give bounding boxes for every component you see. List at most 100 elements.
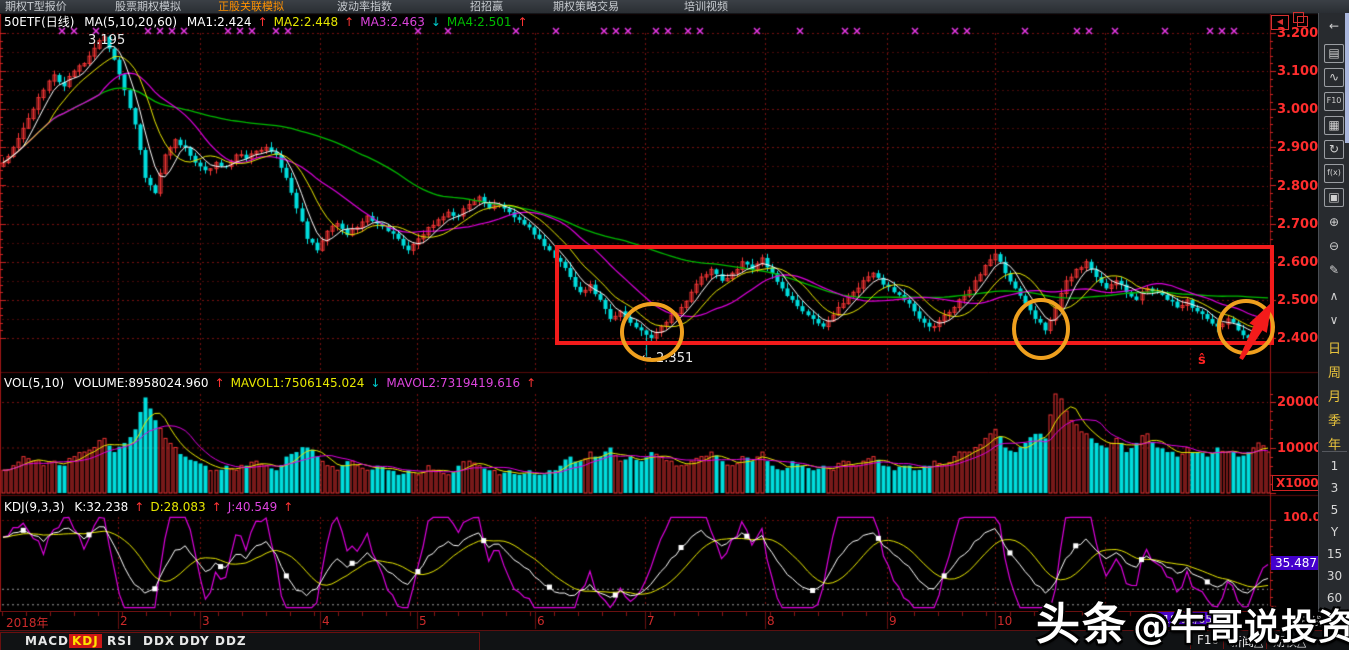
up-arrow-icon: ↑ bbox=[344, 15, 354, 29]
paint-icon[interactable]: ▣ bbox=[1324, 188, 1344, 207]
sidebar-minute-3[interactable]: 3 bbox=[1319, 481, 1349, 495]
sidebar-period-周[interactable]: 周 bbox=[1319, 362, 1349, 381]
watermark: 头条 @牛哥说投资 bbox=[1036, 588, 1349, 650]
menu-item-5[interactable]: 期权策略交易 bbox=[553, 0, 619, 13]
x-axis-month-8: 8 bbox=[767, 614, 775, 628]
sidebar-minute-5[interactable]: 5 bbox=[1319, 503, 1349, 517]
ma-params-label: MA(5,10,20,60) bbox=[84, 15, 177, 29]
tab-ddx[interactable]: DDX bbox=[143, 634, 175, 648]
indicator-value-1: D:28.083 bbox=[150, 500, 205, 514]
kdj-title: KDJ(9,3,3) bbox=[4, 500, 65, 514]
price-axis-label: 3.000 bbox=[1277, 102, 1317, 117]
x-axis-month-3: 3 bbox=[202, 614, 210, 628]
x-axis-month-2018年: 2018年 bbox=[6, 614, 49, 631]
price-axis-label: 2.500 bbox=[1277, 293, 1317, 308]
trend-chart-icon[interactable]: ∿ bbox=[1324, 68, 1344, 87]
kdj-value-tag: 35.487 bbox=[1271, 556, 1321, 570]
x-axis-month-4: 4 bbox=[322, 614, 330, 628]
top-menu-bar: 期权T型报价 股票期权模拟 正股关联模拟 波动率指数 招招赢 期权策略交易 培训视频 bbox=[0, 0, 1349, 14]
indicator-value-0: VOLUME:8958024.960 bbox=[74, 376, 208, 390]
sidebar-period-日[interactable]: 日 bbox=[1319, 338, 1349, 357]
back-arrow-icon[interactable]: ← bbox=[1324, 18, 1344, 35]
quote-list-icon[interactable]: ▤ bbox=[1324, 44, 1344, 63]
watermark-handle: @牛哥说投资 bbox=[1133, 607, 1349, 648]
indicator-value-3: MA4:2.501 bbox=[447, 15, 512, 29]
price-axis-label: 2.900 bbox=[1277, 140, 1317, 155]
indicator-value-2: MAVOL2:7319419.616 bbox=[386, 376, 520, 390]
f10-info-icon[interactable]: F10 bbox=[1324, 92, 1344, 111]
app-window: 期权T型报价 股票期权模拟 正股关联模拟 波动率指数 招招赢 期权策略交易 培训视频 50E… bbox=[0, 0, 1349, 650]
up-arrow-icon: ↑ bbox=[134, 500, 144, 514]
volume-unit-label: X1000 bbox=[1272, 475, 1323, 491]
volume-axis-label: 10000 bbox=[1277, 441, 1317, 456]
zoom-out-icon[interactable]: ⊖ bbox=[1324, 238, 1344, 255]
volume-pane-header: VOL(5,10) VOLUME:8958024.960 ↑ MAVOL1:7506… bbox=[4, 375, 548, 391]
sidebar-period-季[interactable]: 季 bbox=[1319, 410, 1349, 429]
menu-item-2[interactable]: 正股关联模拟 bbox=[218, 0, 284, 13]
price-axis-label: 2.600 bbox=[1277, 255, 1317, 270]
sidebar-minute-Y[interactable]: Y bbox=[1319, 525, 1349, 539]
x-axis-month-6: 6 bbox=[537, 614, 545, 628]
menu-item-6[interactable]: 培训视频 bbox=[684, 0, 728, 13]
volume-title: VOL(5,10) bbox=[4, 376, 64, 390]
chevron-down-icon[interactable]: ∨ bbox=[1324, 312, 1344, 329]
down-arrow-icon: ↓ bbox=[431, 15, 441, 29]
x-axis-month-7: 7 bbox=[647, 614, 655, 628]
sidebar-minute-1[interactable]: 1 bbox=[1319, 459, 1349, 473]
low-price-note: ← 2.351 bbox=[641, 351, 693, 366]
chart-title: 50ETF(日线) bbox=[4, 15, 74, 29]
indicator-value-0: MA1:2.424 bbox=[187, 15, 252, 29]
price-axis-label: 2.800 bbox=[1277, 179, 1317, 194]
formula-fx-icon[interactable]: f(x) bbox=[1324, 164, 1344, 183]
indicator-value-0: K:32.238 bbox=[74, 500, 128, 514]
x-axis-month-10: 10 bbox=[997, 614, 1012, 628]
tab-ddz[interactable]: DDZ bbox=[215, 634, 247, 648]
volume-axis-label: 20000 bbox=[1277, 395, 1317, 410]
x-axis-month-2: 2 bbox=[120, 614, 128, 628]
up-arrow-icon: ↑ bbox=[212, 500, 222, 514]
windows-cascade-icon2[interactable] bbox=[1293, 12, 1304, 23]
indicator-value-1: MAVOL1:7506145.024 bbox=[231, 376, 365, 390]
refresh-icon[interactable]: ↻ bbox=[1324, 140, 1344, 159]
x-axis-month-5: 5 bbox=[419, 614, 427, 628]
up-arrow-icon: ↑ bbox=[517, 15, 527, 29]
main-chart-header: 50ETF(日线) MA(5,10,20,60) MA1:2.424 ↑ MA2:2… bbox=[4, 14, 540, 30]
zoom-in-icon[interactable]: ⊕ bbox=[1324, 214, 1344, 231]
tab-kdj[interactable]: KDJ bbox=[69, 634, 102, 648]
up-arrow-icon: ↑ bbox=[526, 376, 536, 390]
watermark-brand: 头条 bbox=[1036, 599, 1128, 650]
sidebar-divider bbox=[1322, 451, 1347, 452]
tab-macd[interactable]: MACD bbox=[25, 634, 69, 648]
list-add-icon[interactable]: ▦ bbox=[1324, 116, 1344, 135]
chart-canvas[interactable] bbox=[0, 0, 1349, 650]
price-axis-label: 3.100 bbox=[1277, 64, 1317, 79]
price-axis-label: 2.400 bbox=[1277, 331, 1317, 346]
tab-ddy[interactable]: DDY bbox=[179, 634, 210, 648]
indicator-value-1: MA2:2.448 bbox=[274, 15, 339, 29]
up-arrow-icon: ↑ bbox=[283, 500, 293, 514]
menu-item-3[interactable]: 波动率指数 bbox=[337, 0, 392, 13]
collapse-panel-icon[interactable]: ◀ bbox=[1271, 15, 1289, 30]
down-arrow-icon: ↓ bbox=[370, 376, 380, 390]
chevron-up-icon[interactable]: ∧ bbox=[1324, 288, 1344, 305]
draw-pencil-icon[interactable]: ✎ bbox=[1324, 262, 1344, 279]
sidebar-scrollbar[interactable] bbox=[1345, 13, 1349, 143]
indicator-value-2: MA3:2.463 bbox=[360, 15, 425, 29]
indicator-value-2: J:40.549 bbox=[228, 500, 278, 514]
sidebar-minute-30[interactable]: 30 bbox=[1319, 569, 1349, 583]
menu-item-0[interactable]: 期权T型报价 bbox=[5, 0, 67, 13]
sidebar-period-月[interactable]: 月 bbox=[1319, 386, 1349, 405]
x-axis-month-9: 9 bbox=[889, 614, 897, 628]
price-axis-label: 2.700 bbox=[1277, 217, 1317, 232]
up-arrow-icon: ↑ bbox=[215, 376, 225, 390]
sidebar-minute-15[interactable]: 15 bbox=[1319, 547, 1349, 561]
high-price-note: 3.195 bbox=[88, 33, 125, 48]
kdj-100-label: 100.0 bbox=[1283, 510, 1321, 524]
event-s-marker: ŝ bbox=[1198, 353, 1206, 368]
menu-item-1[interactable]: 股票期权模拟 bbox=[115, 0, 181, 13]
tab-rsi[interactable]: RSI bbox=[107, 634, 132, 648]
up-arrow-icon: ↑ bbox=[258, 15, 268, 29]
kdj-pane-header: KDJ(9,3,3) K:32.238 ↑ D:28.083 ↑ J:40.549 ↑ bbox=[4, 499, 305, 515]
indicator-tabs-box: MACDKDJ RSI DDX DDY DDZ bbox=[0, 632, 480, 650]
menu-item-4[interactable]: 招招赢 bbox=[470, 0, 503, 13]
